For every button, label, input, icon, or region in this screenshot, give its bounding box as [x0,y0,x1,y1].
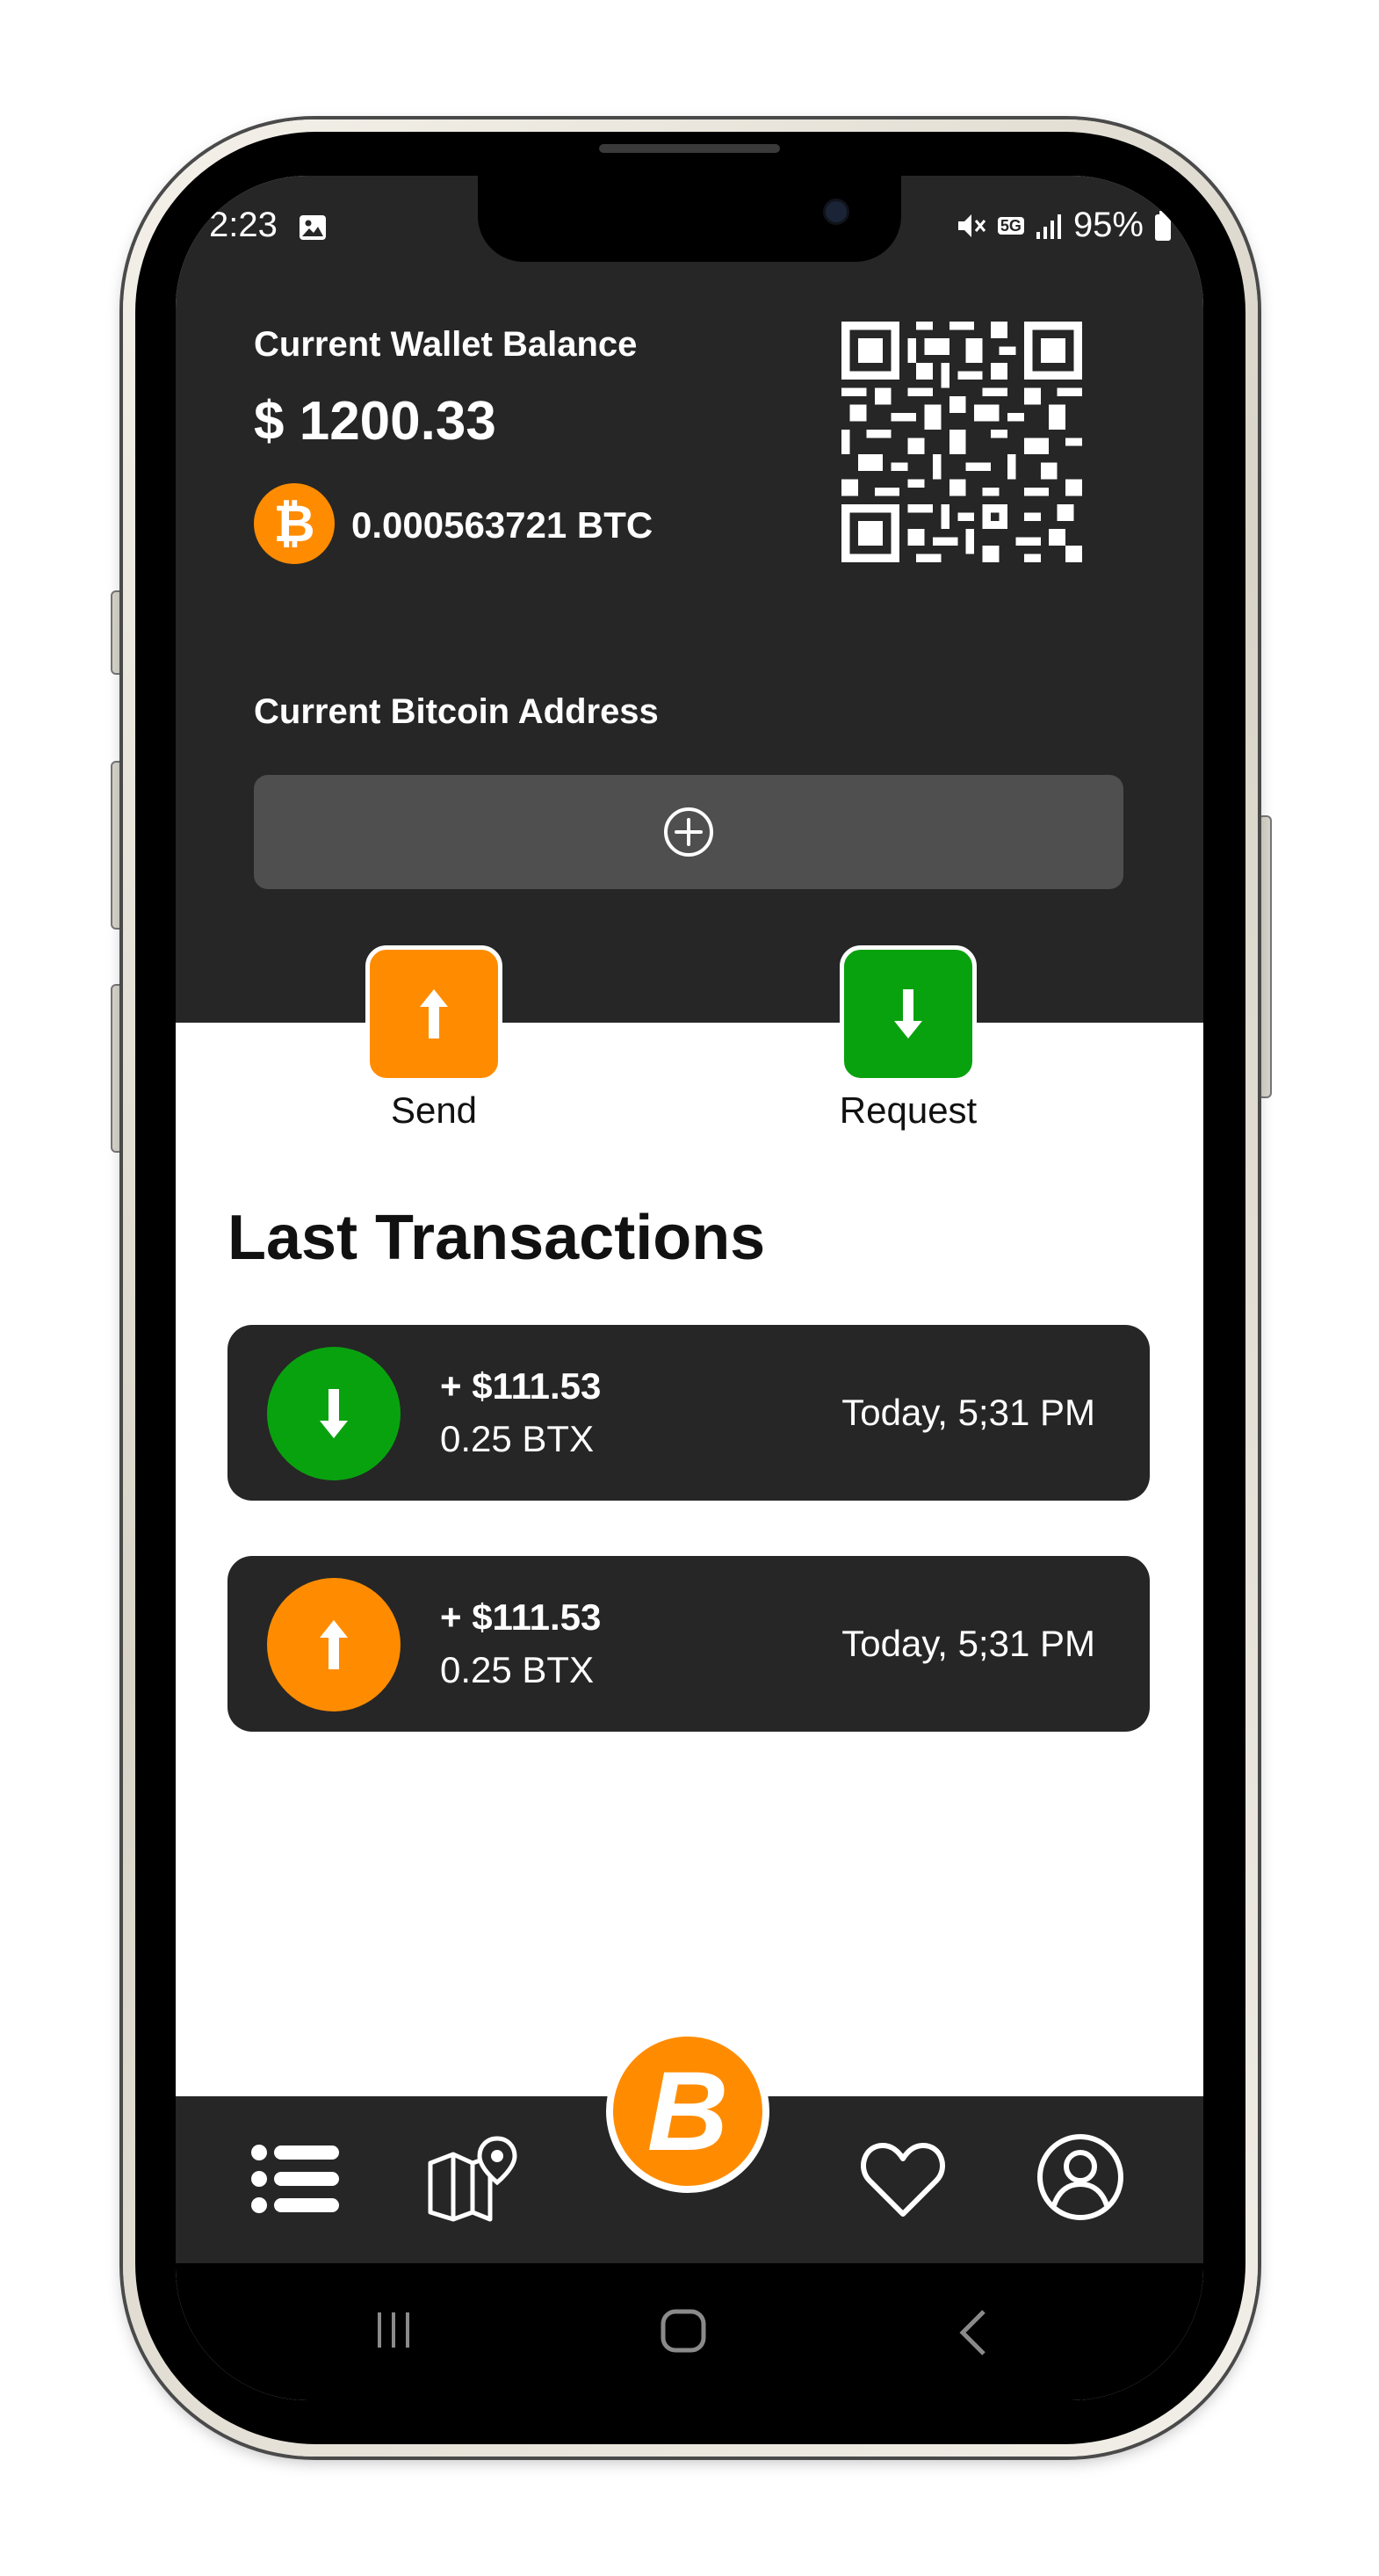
incoming-transaction-icon [267,1347,401,1480]
map-icon[interactable] [427,2133,518,2223]
request-label[interactable]: Request [776,1089,1040,1132]
transaction-time: Today, 5;31 PM [841,1392,1095,1433]
list-icon[interactable] [251,2144,341,2214]
heart-icon[interactable] [859,2140,947,2219]
home-icon[interactable] [661,2309,706,2353]
bitcoin-home-button[interactable]: B [606,2030,769,2193]
camera-notch [478,176,901,262]
recent-apps-icon[interactable] [374,2311,413,2349]
status-indicators: 5G 95% [956,206,1172,245]
balance-btc: 0.000563721 BTC [351,504,653,546]
add-address-button[interactable] [254,775,1123,889]
power-button [1258,815,1272,1098]
transactions-title: Last Transactions [227,1203,766,1273]
status-time: 2:23 [209,206,278,244]
qr-code[interactable] [841,322,1082,562]
battery-percent: 95% [1072,206,1144,244]
transaction-btc: 0.25 BTX [440,1649,595,1690]
wallet-header-panel [176,176,1203,1023]
transaction-btc: 0.25 BTX [440,1418,595,1459]
balance-label: Current Wallet Balance [254,325,638,364]
send-label[interactable]: Send [302,1089,566,1132]
arrow-up-icon [420,989,448,1038]
signal-icon [1036,213,1061,239]
back-icon[interactable] [957,2309,987,2356]
front-camera-icon [823,199,849,225]
transaction-amount: + $111.53 [440,1365,602,1407]
balance-usd: $ 1200.33 [254,391,496,452]
gallery-notification-icon [300,215,326,240]
bitcoin-coin-icon: ₿ [254,483,335,564]
plus-circle-icon [664,807,713,857]
arrow-down-icon [894,989,922,1038]
app-screen: 2:23 5G 95% Current Wallet Balance $ 120… [176,176,1203,2400]
network-badge: 5G [997,216,1024,235]
mute-icon [957,213,986,237]
profile-icon[interactable] [1036,2133,1124,2221]
request-button[interactable] [840,945,977,1082]
transaction-time: Today, 5;31 PM [841,1623,1095,1664]
transaction-row[interactable]: + $111.53 0.25 BTX Today, 5;31 PM [227,1325,1150,1501]
outgoing-transaction-icon [267,1578,401,1711]
battery-icon [1155,210,1171,241]
arrow-up-icon [320,1620,348,1669]
system-navigation-bar [176,2263,1203,2400]
transaction-amount: + $111.53 [440,1596,602,1638]
address-label: Current Bitcoin Address [254,692,659,731]
transaction-row[interactable]: + $111.53 0.25 BTX Today, 5;31 PM [227,1556,1150,1732]
earpiece-speaker [599,144,780,153]
send-button[interactable] [365,945,502,1082]
arrow-down-icon [320,1389,348,1438]
